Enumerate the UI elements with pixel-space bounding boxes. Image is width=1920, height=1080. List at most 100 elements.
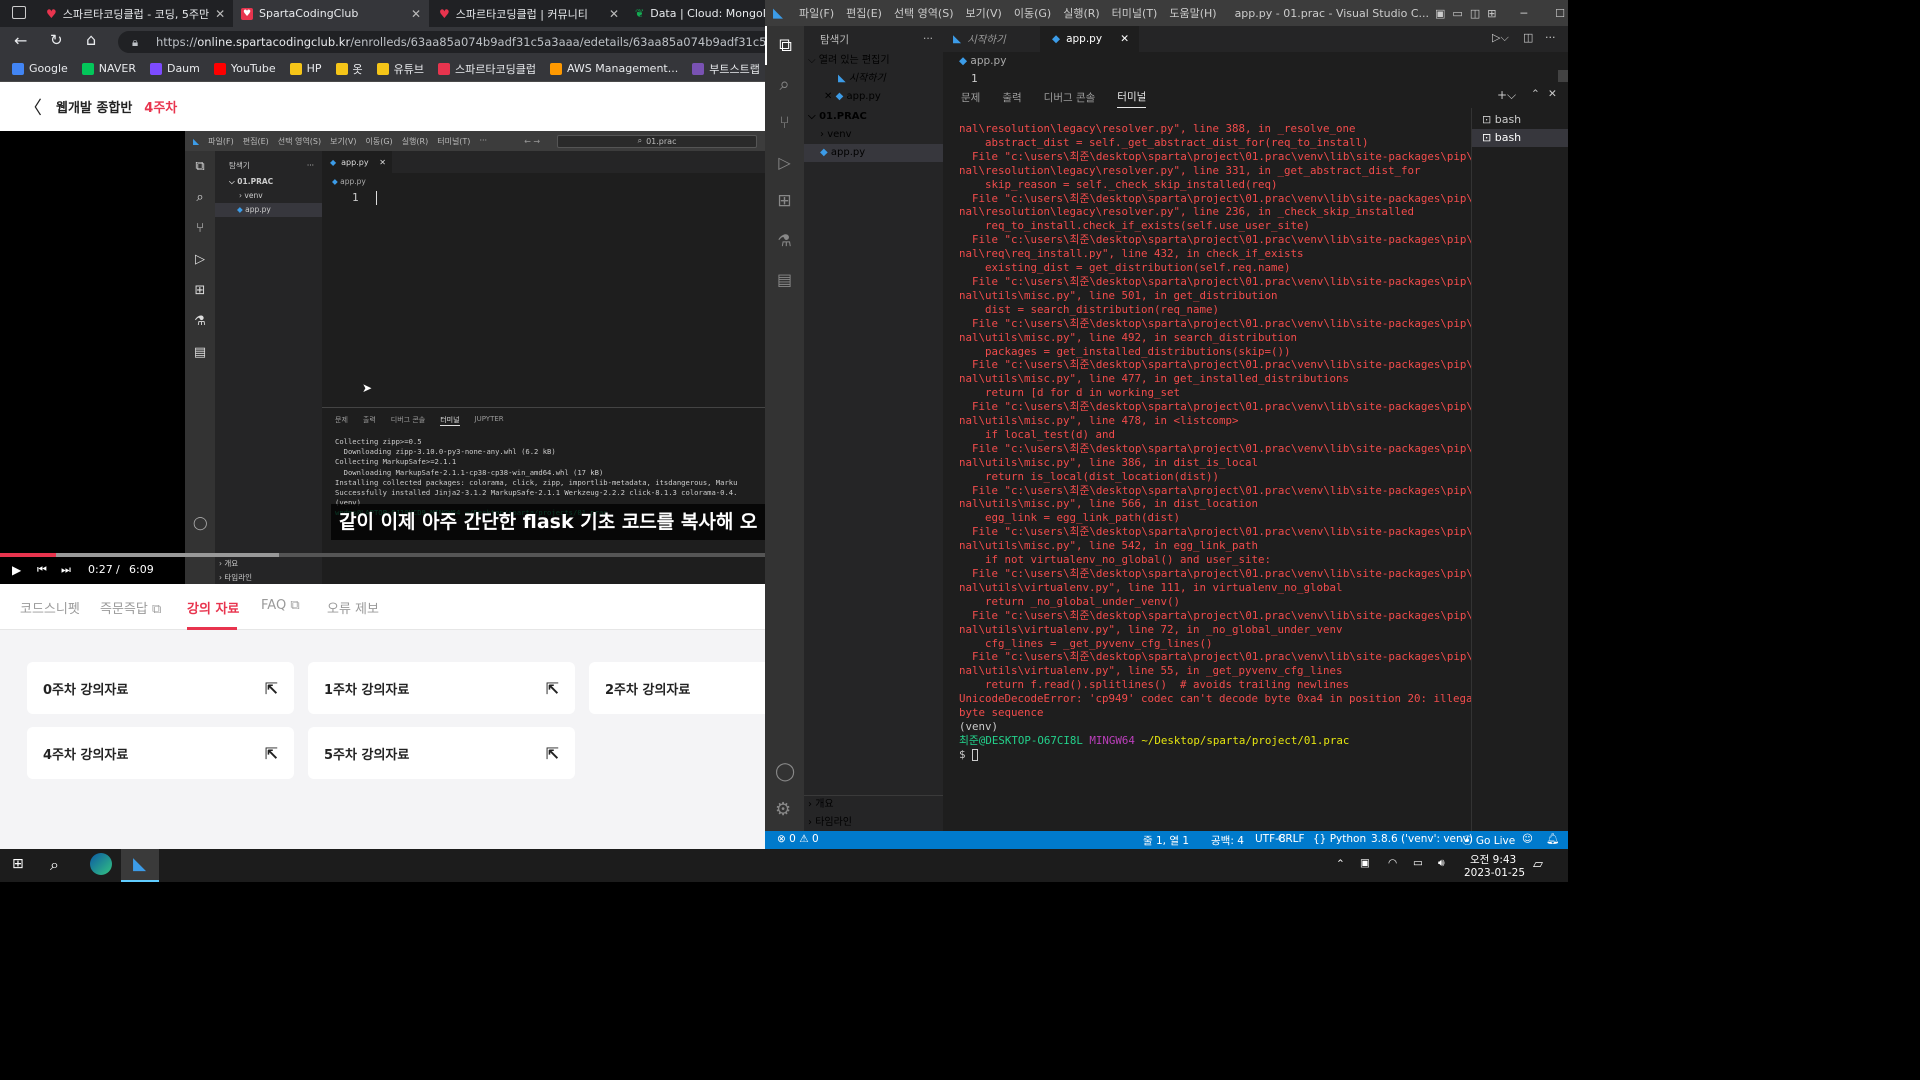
tree-item-venv[interactable]: › venv: [808, 126, 943, 144]
wifi-icon[interactable]: ◠: [1388, 857, 1397, 869]
clock-date[interactable]: 2023-01-25: [1464, 867, 1525, 879]
menu-item[interactable]: 보기(V): [965, 5, 1001, 21]
browser-tab-active[interactable]: ♥ SpartaCodingClub ✕: [233, 0, 429, 27]
material-card[interactable]: 0주차 강의자료 ⇱: [27, 662, 294, 714]
bookmark-item[interactable]: 옷: [335, 61, 363, 77]
minimap-slider[interactable]: [1558, 70, 1568, 82]
timeline-section[interactable]: › 타임라인: [808, 814, 943, 832]
menu-item[interactable]: 터미널(T): [1112, 5, 1158, 21]
close-icon[interactable]: ✕: [824, 91, 832, 102]
bookmark-item[interactable]: YouTube: [213, 62, 276, 75]
eol[interactable]: CRLF: [1278, 833, 1305, 845]
material-card[interactable]: 5주차 강의자료 ⇱: [308, 727, 575, 779]
new-terminal-icon[interactable]: +⌵: [1497, 88, 1516, 103]
chevron-up-icon[interactable]: ⌃: [1336, 858, 1345, 870]
go-live-button[interactable]: ⦿ Go Live: [1462, 833, 1515, 848]
python-interpreter[interactable]: 3.8.6 ('venv': venv): [1371, 833, 1473, 845]
bookmark-item[interactable]: AWS Management...: [549, 62, 678, 75]
source-control-icon[interactable]: ⑂: [765, 104, 804, 143]
gear-icon[interactable]: ⚙: [775, 799, 791, 820]
terminal-input-line[interactable]: $: [959, 748, 1471, 762]
menu-item[interactable]: 선택 영역(S): [894, 5, 954, 21]
windows-start-icon[interactable]: ⊞: [12, 856, 24, 872]
bookmark-item[interactable]: HP: [289, 62, 322, 75]
run-icon[interactable]: ▷⌵: [1492, 31, 1509, 45]
maximize-icon[interactable]: ☐: [1555, 7, 1565, 20]
extensions-icon[interactable]: ⊞: [765, 182, 804, 221]
tab-instant-qa[interactable]: 즉문즉답 ⧉: [100, 598, 161, 617]
customize-layout-icon[interactable]: ⊞: [1487, 7, 1496, 20]
tab-actions-icon[interactable]: [12, 6, 26, 19]
layout-panel-icon[interactable]: ▣: [1435, 7, 1445, 20]
more-actions-icon[interactable]: ···: [923, 33, 933, 45]
material-card[interactable]: 1주차 강의자료 ⇱: [308, 662, 575, 714]
run-debug-icon[interactable]: ▷: [765, 143, 804, 182]
remote-explorer-icon[interactable]: ▤: [765, 260, 804, 299]
bookmark-item[interactable]: 부트스트랩: [692, 61, 760, 77]
tab-report-error[interactable]: 오류 제보: [327, 598, 379, 617]
bookmark-item[interactable]: 스파르타코딩클럽: [438, 61, 536, 77]
indentation[interactable]: 공백: 4: [1211, 833, 1244, 848]
home-icon[interactable]: ⌂: [86, 30, 96, 49]
search-icon[interactable]: ⌕: [765, 65, 804, 104]
menu-item[interactable]: 도움말(H): [1169, 5, 1216, 21]
toggle-sidebar-icon[interactable]: ◫: [1470, 7, 1480, 20]
browser-tab[interactable]: ♥ 스파르타코딩클럽 | 커뮤니티 ✕: [431, 0, 627, 27]
account-icon[interactable]: ◯: [775, 761, 795, 782]
vscode-taskbar-button[interactable]: ◣: [121, 849, 159, 882]
close-icon[interactable]: ✕: [609, 7, 619, 21]
browser-tab[interactable]: ♥ 스파르타코딩클럽 - 코딩, 5주만 ✕: [38, 0, 231, 27]
bookmark-item[interactable]: NAVER: [81, 62, 136, 75]
terminal-output[interactable]: nal\resolution\legacy\resolver.py", line…: [943, 108, 1471, 831]
panel-tab[interactable]: 터미널: [1117, 86, 1147, 108]
language-mode[interactable]: {} Python: [1313, 833, 1366, 845]
menu-item[interactable]: 이동(G): [1014, 5, 1051, 21]
menu-item[interactable]: 편집(E): [846, 5, 882, 21]
battery-icon[interactable]: ▭: [1413, 857, 1423, 869]
menu-item[interactable]: 파일(F): [799, 5, 834, 21]
tab-lecture-materials[interactable]: 강의 자료: [187, 598, 239, 617]
play-icon[interactable]: ▶: [12, 563, 21, 577]
panel-tab[interactable]: 디버그 콘솔: [1044, 87, 1096, 108]
notification-center-icon[interactable]: ▱: [1533, 857, 1543, 872]
maximize-panel-icon[interactable]: ⌃: [1531, 88, 1540, 100]
split-editor-icon[interactable]: ◫: [1523, 31, 1533, 44]
bookmark-item[interactable]: Daum: [149, 62, 200, 75]
close-icon[interactable]: ✕: [411, 7, 421, 21]
problems-indicator[interactable]: ⊗ 0 ⚠ 0: [777, 833, 819, 845]
reload-icon[interactable]: ↻: [50, 31, 63, 49]
minimize-icon[interactable]: ─: [1520, 7, 1527, 20]
notifications-icon[interactable]: 🔔︎: [1546, 832, 1559, 845]
screen-icon[interactable]: ▣: [1360, 857, 1370, 869]
menu-item[interactable]: 실행(R): [1063, 5, 1099, 21]
bookmark-item[interactable]: 유튜브: [376, 61, 424, 77]
folder-header[interactable]: ⌵ 01.PRAC: [808, 108, 943, 126]
editor-tab-app[interactable]: ◆ app.py ✕: [1040, 26, 1139, 52]
more-actions-icon[interactable]: ···: [1545, 31, 1556, 44]
search-icon[interactable]: ⌕: [50, 855, 59, 875]
open-editor-item[interactable]: ✕ ◆ app.py: [808, 88, 943, 106]
volume-icon[interactable]: 🔊︎: [1438, 857, 1445, 870]
editor-tab-welcome[interactable]: ◣ 시작하기: [943, 26, 1040, 52]
panel-tab[interactable]: 문제: [961, 87, 980, 108]
tab-faq[interactable]: FAQ ⧉: [261, 598, 300, 613]
browser-tab[interactable]: ❦ Data | Cloud: MongoDB C: [627, 0, 765, 27]
close-icon[interactable]: ✕: [215, 7, 225, 21]
editor-area[interactable]: ◆ app.py 1: [943, 52, 1568, 86]
next-icon[interactable]: ⏭: [61, 563, 71, 577]
testing-icon[interactable]: ⚗: [765, 221, 804, 260]
back-chevron-icon[interactable]: 〈: [24, 94, 42, 120]
close-icon[interactable]: ✕: [1120, 33, 1129, 45]
close-panel-icon[interactable]: ✕: [1548, 88, 1557, 100]
bookmark-item[interactable]: Google: [12, 62, 68, 75]
material-card[interactable]: 2주차 강의자료: [589, 662, 765, 714]
outline-section[interactable]: › 개요: [808, 796, 943, 814]
address-bar[interactable]: 🔒︎ https://online.spartacodingclub.kr/en…: [118, 31, 778, 53]
tab-code-snippet[interactable]: 코드스니펫: [20, 598, 80, 617]
feedback-icon[interactable]: ☺: [1522, 833, 1533, 845]
terminal-item[interactable]: ⊡ bash: [1472, 111, 1568, 129]
terminal-item[interactable]: ⊡ bash: [1472, 129, 1568, 147]
back-icon[interactable]: ←: [14, 31, 27, 50]
edge-icon[interactable]: [90, 853, 112, 875]
previous-icon[interactable]: ⏮: [37, 563, 47, 577]
